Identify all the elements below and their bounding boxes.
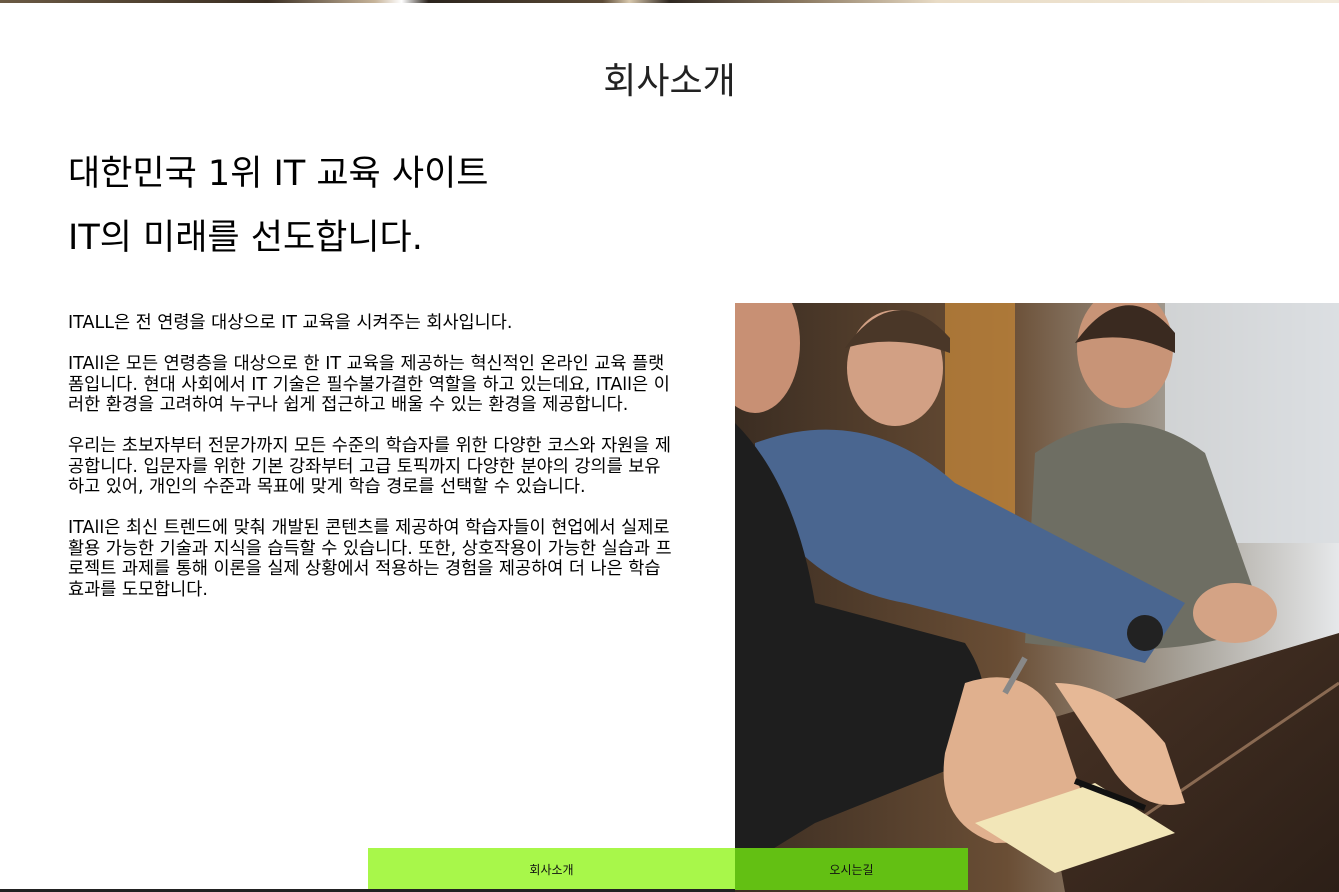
tab-about[interactable]: 회사소개 (368, 848, 735, 890)
headline-line-1: 대한민국 1위 IT 교육 사이트 (68, 154, 489, 194)
headline-line-2: IT의 미래를 선도합니다. (68, 218, 423, 258)
section-tabs: 회사소개 오시는길 (368, 848, 968, 890)
classroom-photo (735, 303, 1339, 892)
intro-paragraph-4: ITAll은 최신 트렌드에 맞춰 개발된 콘텐츠를 제공하여 학습자들이 현업… (68, 518, 672, 600)
page-title: 회사소개 (603, 61, 736, 102)
intro-paragraph-3: 우리는 초보자부터 전문가까지 모든 수준의 학습자를 위한 다양한 코스와 자… (68, 436, 672, 497)
intro-paragraph-1: ITALL은 전 연령을 대상으로 IT 교육을 시켜주는 회사입니다. (68, 313, 513, 333)
tab-directions[interactable]: 오시는길 (735, 848, 968, 890)
intro-text: ITALL은 전 연령을 대상으로 IT 교육을 시켜주는 회사입니다. ITA… (68, 313, 672, 621)
headline: 대한민국 1위 IT 교육 사이트 IT의 미래를 선도합니다. (68, 142, 488, 270)
top-banner-strip (0, 0, 1339, 3)
intro-paragraph-2: ITAll은 모든 연령층을 대상으로 한 IT 교육을 제공하는 혁신적인 온… (68, 354, 670, 415)
classroom-photo-illustration (735, 303, 1339, 892)
